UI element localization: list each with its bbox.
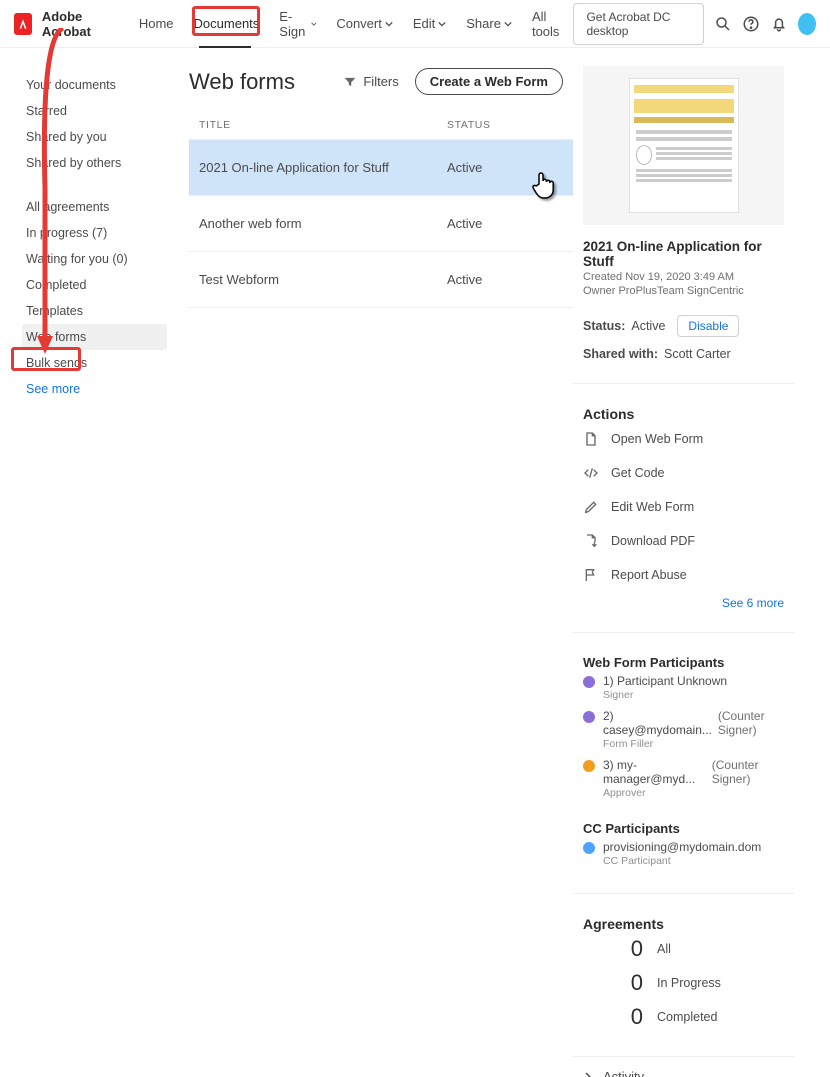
help-icon[interactable] — [742, 13, 760, 35]
status-value: Active — [631, 319, 665, 333]
search-icon[interactable] — [714, 13, 732, 35]
detail-panel: 2021 On-line Application for Stuff Creat… — [573, 48, 798, 1077]
action-download[interactable]: Download PDF — [583, 524, 784, 558]
disable-button[interactable]: Disable — [677, 315, 739, 337]
sidebar-item-shared-by-others[interactable]: Shared by others — [22, 150, 167, 176]
chevron-right-icon — [583, 1072, 593, 1077]
row-title: 2021 On-line Application for Stuff — [199, 160, 447, 175]
action-edit[interactable]: Edit Web Form — [583, 490, 784, 524]
participant-dot-icon — [583, 711, 595, 723]
sidebar-item-web-forms[interactable]: Web forms — [22, 324, 167, 350]
brand-text: Adobe Acrobat — [42, 9, 117, 39]
col-title: TITLE — [199, 119, 447, 131]
agreement-stat: 0All — [583, 932, 784, 966]
agreements-header: Agreements — [583, 916, 784, 932]
create-web-form-button[interactable]: Create a Web Form — [415, 68, 563, 95]
participants-header: Web Form Participants — [583, 655, 784, 670]
sidebar-item-bulk-sends[interactable]: Bulk sends — [22, 350, 167, 376]
avatar[interactable] — [798, 13, 816, 35]
row-title: Another web form — [199, 216, 447, 231]
participant-row: 1) Participant Unknown Signer — [583, 670, 784, 705]
row-status: Active — [447, 160, 482, 175]
sidebar-item-completed[interactable]: Completed — [22, 272, 167, 298]
list-column: Web forms Filters Create a Web Form TITL… — [175, 48, 573, 1077]
detail-title: 2021 On-line Application for Stuff — [583, 239, 784, 269]
nav-documents[interactable]: Documents — [190, 10, 264, 37]
page-title: Web forms — [189, 69, 295, 95]
chevron-down-icon — [385, 20, 393, 28]
sidebar-item-all-agreements[interactable]: All agreements — [22, 194, 167, 220]
document-thumbnail[interactable] — [629, 78, 739, 213]
filters-button[interactable]: Filters — [337, 70, 404, 93]
participant-dot-icon — [583, 676, 595, 688]
participant-row: 2) casey@mydomain...(Counter Signer) For… — [583, 705, 784, 754]
participant-dot-icon — [583, 760, 595, 772]
sidebar: Your documents Starred Shared by you Sha… — [0, 48, 175, 1077]
col-status: STATUS — [447, 119, 491, 131]
shared-value: Scott Carter — [664, 347, 731, 361]
nav-home[interactable]: Home — [135, 10, 178, 37]
pencil-icon — [583, 499, 599, 515]
cc-header: CC Participants — [583, 821, 784, 836]
row-title: Test Webform — [199, 272, 447, 287]
nav-underline — [199, 46, 251, 48]
sidebar-item-templates[interactable]: Templates — [22, 298, 167, 324]
chevron-down-icon — [311, 20, 317, 28]
sidebar-item-in-progress[interactable]: In progress (7) — [22, 220, 167, 246]
sidebar-item-waiting[interactable]: Waiting for you (0) — [22, 246, 167, 272]
nav-alltools[interactable]: All tools — [528, 3, 563, 45]
row-status: Active — [447, 272, 482, 287]
acrobat-logo-icon — [14, 13, 32, 35]
row-status: Active — [447, 216, 482, 231]
main-nav: Home Documents E-Sign Convert Edit Share… — [135, 3, 564, 45]
action-get-code[interactable]: Get Code — [583, 456, 784, 490]
sidebar-item-starred[interactable]: Starred — [22, 98, 167, 124]
thumbnail-area — [583, 66, 784, 225]
flag-icon — [583, 567, 599, 583]
topbar: Adobe Acrobat Home Documents E-Sign Conv… — [0, 0, 830, 48]
nav-convert[interactable]: Convert — [332, 10, 397, 37]
chevron-down-icon — [438, 20, 446, 28]
download-icon — [583, 533, 599, 549]
table-row[interactable]: 2021 On-line Application for Stuff Activ… — [189, 139, 573, 196]
action-open[interactable]: Open Web Form — [583, 422, 784, 456]
sidebar-item-your-documents[interactable]: Your documents — [22, 72, 167, 98]
activity-toggle[interactable]: Activity — [583, 1069, 784, 1077]
document-icon — [583, 431, 599, 447]
detail-owner: Owner ProPlusTeam SignCentric — [583, 285, 784, 297]
cc-row: provisioning@mydomain.dom CC Participant — [583, 836, 784, 871]
participant-row: 3) my-manager@myd...(Counter Signer) App… — [583, 754, 784, 803]
status-label: Status: — [583, 319, 625, 333]
table-row[interactable]: Test Webform Active — [189, 252, 573, 308]
participant-dot-icon — [583, 842, 595, 854]
nav-share[interactable]: Share — [462, 10, 516, 37]
sidebar-item-shared-by-you[interactable]: Shared by you — [22, 124, 167, 150]
see-more-actions[interactable]: See 6 more — [583, 596, 784, 610]
filter-icon — [343, 75, 357, 89]
column-headers: TITLE STATUS — [189, 119, 573, 139]
sidebar-see-more[interactable]: See more — [22, 376, 167, 402]
table-row[interactable]: Another web form Active — [189, 196, 573, 252]
chevron-down-icon — [504, 20, 512, 28]
actions-header: Actions — [583, 406, 784, 422]
code-icon — [583, 465, 599, 481]
nav-esign[interactable]: E-Sign — [275, 3, 320, 45]
shared-label: Shared with: — [583, 347, 658, 361]
action-report[interactable]: Report Abuse — [583, 558, 784, 592]
bell-icon[interactable] — [770, 13, 788, 35]
agreement-stat: 0In Progress — [583, 966, 784, 1000]
get-desktop-button[interactable]: Get Acrobat DC desktop — [573, 3, 704, 45]
agreement-stat: 0Completed — [583, 1000, 784, 1034]
nav-edit[interactable]: Edit — [409, 10, 450, 37]
detail-created: Created Nov 19, 2020 3:49 AM — [583, 271, 784, 283]
